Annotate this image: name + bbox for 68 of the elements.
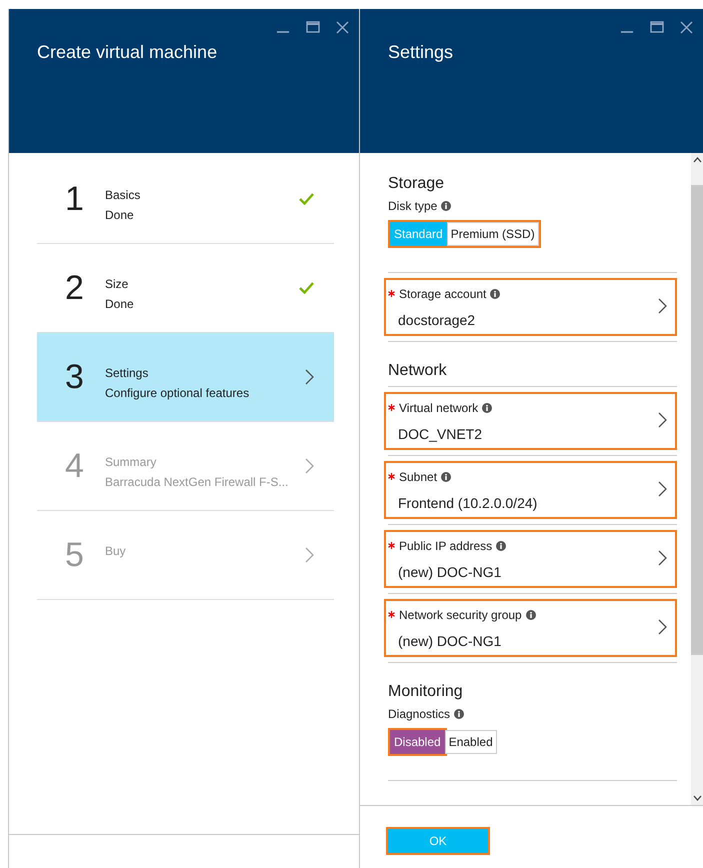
- field-value: DOC_VNET2: [397, 426, 484, 442]
- maximize-icon[interactable]: [306, 21, 320, 33]
- field-value: docstorage2: [397, 312, 476, 328]
- chevron-right-icon: [658, 550, 667, 566]
- step-number: 2: [65, 271, 85, 305]
- step-subtitle: Done: [105, 208, 135, 222]
- blade-title: Settings: [388, 42, 454, 63]
- info-icon[interactable]: [454, 709, 464, 719]
- chevron-right-icon: [658, 618, 667, 634]
- field-label: Disk type: [388, 199, 438, 213]
- field-label: Diagnostics: [388, 707, 450, 721]
- required-asterisk-icon: [388, 290, 395, 297]
- wizard-step[interactable]: 3 Settings Configure optional features: [37, 333, 334, 422]
- step-subtitle: Done: [105, 297, 135, 311]
- close-icon[interactable]: [680, 20, 693, 34]
- field-value: (new) DOC-NG1: [397, 564, 502, 580]
- picker-field[interactable]: Virtual network DOC_VNET2: [384, 392, 677, 450]
- chevron-right-icon: [305, 458, 314, 474]
- info-icon[interactable]: [526, 610, 536, 620]
- chevron-right-icon: [305, 369, 314, 385]
- step-number: 3: [65, 360, 85, 394]
- scroll-down-icon[interactable]: [692, 795, 702, 801]
- required-asterisk-icon: [388, 473, 395, 480]
- wizard-step[interactable]: 1 Basics Done: [37, 155, 334, 244]
- picker-field[interactable]: Network security group (new) DOC-NG1: [384, 599, 677, 657]
- info-icon[interactable]: [490, 289, 500, 299]
- step-title: Basics: [105, 188, 142, 202]
- chevron-right-icon: [658, 298, 667, 314]
- chevron-right-icon: [305, 547, 314, 563]
- field-label: Subnet: [399, 470, 438, 484]
- field-value: Frontend (10.2.0.0/24): [397, 495, 538, 511]
- toggle-option[interactable]: Disabled: [390, 730, 445, 754]
- section-heading: Network: [388, 362, 448, 380]
- field-label: Network security group: [399, 608, 522, 622]
- required-asterisk-icon: [388, 542, 395, 549]
- section-heading: Monitoring: [388, 683, 464, 701]
- step-title: Buy: [105, 544, 127, 558]
- maximize-icon[interactable]: [650, 21, 664, 33]
- chevron-right-icon: [658, 480, 667, 496]
- scroll-up-icon[interactable]: [692, 157, 702, 163]
- field-label: Virtual network: [399, 401, 478, 415]
- info-icon[interactable]: [441, 201, 452, 211]
- field-label: Storage account: [399, 287, 486, 301]
- required-asterisk-icon: [388, 611, 395, 618]
- step-title: Settings: [105, 366, 150, 380]
- step-number: 5: [65, 538, 85, 572]
- step-number: 4: [65, 449, 85, 483]
- chevron-right-icon: [658, 412, 667, 428]
- blade-title: Create virtual machine: [37, 42, 218, 63]
- step-subtitle: Configure optional features: [105, 386, 250, 400]
- scrollbar[interactable]: [691, 153, 703, 805]
- info-icon[interactable]: [482, 403, 492, 413]
- step-title: Size: [105, 277, 130, 291]
- close-icon[interactable]: [336, 20, 349, 34]
- field-label: Public IP address: [399, 539, 492, 553]
- step-number: 1: [65, 182, 85, 216]
- picker-field[interactable]: Storage account docstorage2: [384, 278, 677, 336]
- toggle-option[interactable]: Premium (SSD): [446, 222, 539, 246]
- required-asterisk-icon: [388, 404, 395, 411]
- picker-field[interactable]: Subnet Frontend (10.2.0.0/24): [384, 461, 677, 519]
- picker-field[interactable]: Public IP address (new) DOC-NG1: [384, 530, 677, 588]
- info-icon[interactable]: [441, 472, 452, 482]
- info-icon[interactable]: [496, 541, 506, 551]
- step-title: Summary: [105, 455, 158, 469]
- field-value: (new) DOC-NG1: [397, 633, 502, 649]
- step-subtitle: Barracuda NextGen Firewall F-S...: [105, 475, 287, 489]
- toggle-option[interactable]: Enabled: [444, 730, 497, 754]
- section-heading: Storage: [388, 175, 446, 193]
